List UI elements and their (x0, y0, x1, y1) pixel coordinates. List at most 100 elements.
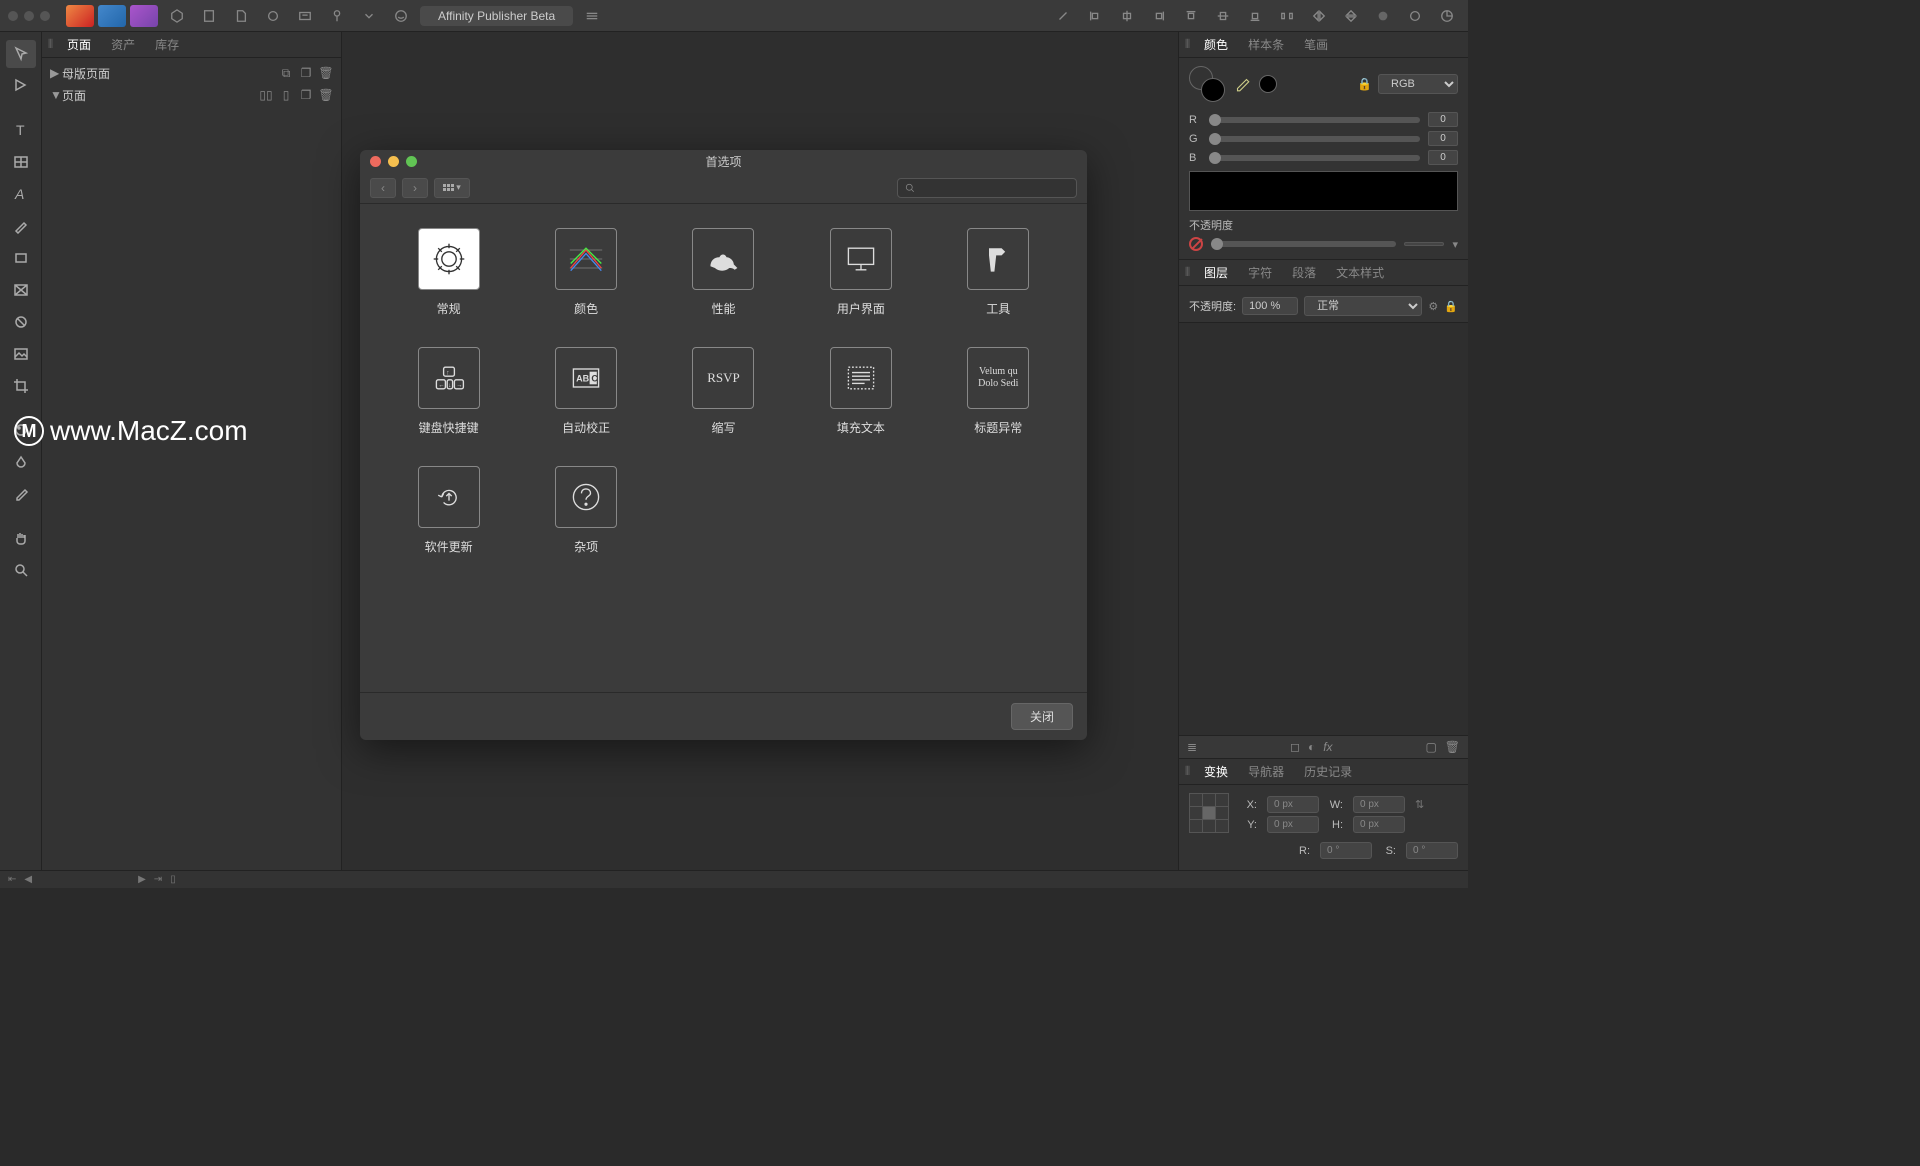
ellipse-tool[interactable] (6, 308, 36, 336)
trash2-icon[interactable]: 🗑 (319, 88, 333, 102)
page-icon[interactable] (228, 5, 254, 27)
pref-color[interactable]: 颜色 (555, 228, 617, 317)
circle-icon[interactable] (260, 5, 286, 27)
dup2-icon[interactable]: ❐ (299, 88, 313, 102)
tab-layers[interactable]: 图层 (1198, 260, 1234, 285)
picture-tool[interactable] (6, 340, 36, 368)
tab-color[interactable]: 颜色 (1198, 32, 1234, 57)
pref-filler[interactable]: 填充文本 (830, 347, 892, 436)
publisher-persona-icon[interactable] (130, 5, 158, 27)
flip-v-icon[interactable] (1338, 5, 1364, 27)
y-field[interactable]: 0 px (1267, 816, 1319, 833)
back-button[interactable]: ‹ (370, 178, 396, 198)
circ2-icon[interactable] (1402, 5, 1428, 27)
pie-icon[interactable] (1434, 5, 1460, 27)
dialog-min-dot[interactable] (388, 156, 399, 167)
pref-performance[interactable]: 性能 (692, 228, 754, 317)
adjust-icon[interactable]: ◐ (1308, 740, 1315, 754)
x-field[interactable]: 0 px (1267, 796, 1319, 813)
max-dot[interactable] (40, 11, 50, 21)
first-page-icon[interactable]: ⇤ (8, 874, 16, 885)
close-button[interactable]: 关闭 (1011, 703, 1073, 730)
h-field[interactable]: 0 px (1353, 816, 1405, 833)
delete-icon[interactable]: 🗑 (1445, 740, 1460, 754)
tab-pages[interactable]: 页面 (61, 32, 97, 57)
link-icon[interactable]: ⇅ (1415, 798, 1424, 811)
pref-autocorrect[interactable]: ABC 自动校正 (555, 347, 617, 436)
search-field[interactable] (897, 178, 1077, 198)
align-hc-icon[interactable] (1114, 5, 1140, 27)
b-slider[interactable] (1209, 155, 1420, 161)
min-dot[interactable] (24, 11, 34, 21)
crop-tool[interactable] (6, 372, 36, 400)
align-bottom-icon[interactable] (1242, 5, 1268, 27)
table-tool[interactable] (6, 148, 36, 176)
fx-icon[interactable]: fx (1323, 740, 1332, 754)
forward-button[interactable]: › (402, 178, 428, 198)
pin-icon[interactable] (324, 5, 350, 27)
paint-tool[interactable] (6, 416, 36, 444)
tab-character[interactable]: 字符 (1242, 260, 1278, 285)
designer-persona-icon[interactable] (66, 5, 94, 27)
page-icon[interactable]: ▯ (170, 874, 176, 885)
pref-misc[interactable]: 杂项 (555, 466, 617, 555)
lines-icon[interactable] (579, 5, 605, 27)
wand-icon[interactable] (1050, 5, 1076, 27)
pref-abbrev[interactable]: RSVP 缩写 (692, 347, 754, 436)
r-field[interactable]: 0 ° (1320, 842, 1372, 859)
pen-tool[interactable] (6, 212, 36, 240)
circ1-icon[interactable] (1370, 5, 1396, 27)
pref-tools[interactable]: 工具 (967, 228, 1029, 317)
photo-persona-icon[interactable] (98, 5, 126, 27)
zoom-tool[interactable] (6, 556, 36, 584)
dist-h-icon[interactable] (1274, 5, 1300, 27)
copy-icon[interactable]: ❐ (299, 66, 313, 80)
last-page-icon[interactable]: ⇥ (154, 874, 162, 885)
hand-tool[interactable] (6, 524, 36, 552)
fill-tool[interactable] (6, 448, 36, 476)
hexagon-icon[interactable] (164, 5, 190, 27)
text-tool[interactable]: T (6, 116, 36, 144)
grid-view-button[interactable]: ▾ (434, 178, 470, 198)
dialog-close-dot[interactable] (370, 156, 381, 167)
r-value[interactable]: 0 (1428, 112, 1458, 127)
align-right-icon[interactable] (1146, 5, 1172, 27)
color-well[interactable] (1189, 66, 1225, 102)
prev-page-icon[interactable]: ◀ (24, 874, 32, 885)
opacity-value[interactable] (1404, 242, 1444, 246)
layer-list[interactable] (1179, 323, 1468, 735)
b-value[interactable]: 0 (1428, 150, 1458, 165)
align-vc-icon[interactable] (1210, 5, 1236, 27)
artistic-text-tool[interactable]: A (6, 180, 36, 208)
add-icon[interactable]: ▢ (1425, 740, 1436, 754)
spread-icon[interactable]: ▯▯ (259, 88, 273, 102)
tab-navigator[interactable]: 导航器 (1242, 759, 1290, 784)
tree-pages[interactable]: ▼ 页面 ▯▯ ▯ ❐ 🗑 (42, 84, 341, 106)
tree-master-pages[interactable]: ▶ 母版页面 ⧉ ❐ 🗑 (42, 62, 341, 84)
move-tool[interactable] (6, 40, 36, 68)
current-color-icon[interactable] (1259, 75, 1277, 93)
dropdown-icon[interactable] (356, 5, 382, 27)
close-dot[interactable] (8, 11, 18, 21)
eyedropper-icon[interactable] (1233, 75, 1251, 93)
tab-textstyles[interactable]: 文本样式 (1330, 260, 1390, 285)
node-tool[interactable] (6, 72, 36, 100)
pref-title-exceptions[interactable]: Velum quDolo Sedi 标题异常 (967, 347, 1029, 436)
no-opacity-icon[interactable] (1189, 237, 1203, 251)
tab-assets[interactable]: 资产 (105, 32, 141, 57)
dropdown-icon[interactable]: ▾ (1452, 238, 1458, 251)
play-icon[interactable]: ▶ (138, 874, 146, 885)
mask-icon[interactable]: ◻ (1290, 740, 1300, 754)
single-icon[interactable]: ▯ (279, 88, 293, 102)
pref-shortcuts[interactable]: ←↓→↑ 键盘快捷键 (418, 347, 480, 436)
tab-stroke[interactable]: 笔画 (1298, 32, 1334, 57)
align-top-icon[interactable] (1178, 5, 1204, 27)
dialog-max-dot[interactable] (406, 156, 417, 167)
s-field[interactable]: 0 ° (1406, 842, 1458, 859)
trash-icon[interactable]: 🗑 (319, 66, 333, 80)
g-slider[interactable] (1209, 136, 1420, 142)
blend-mode-select[interactable]: 正常 (1304, 296, 1422, 316)
eyedropper-tool[interactable] (6, 480, 36, 508)
pref-general[interactable]: 常规 (418, 228, 480, 317)
r-slider[interactable] (1209, 117, 1420, 123)
